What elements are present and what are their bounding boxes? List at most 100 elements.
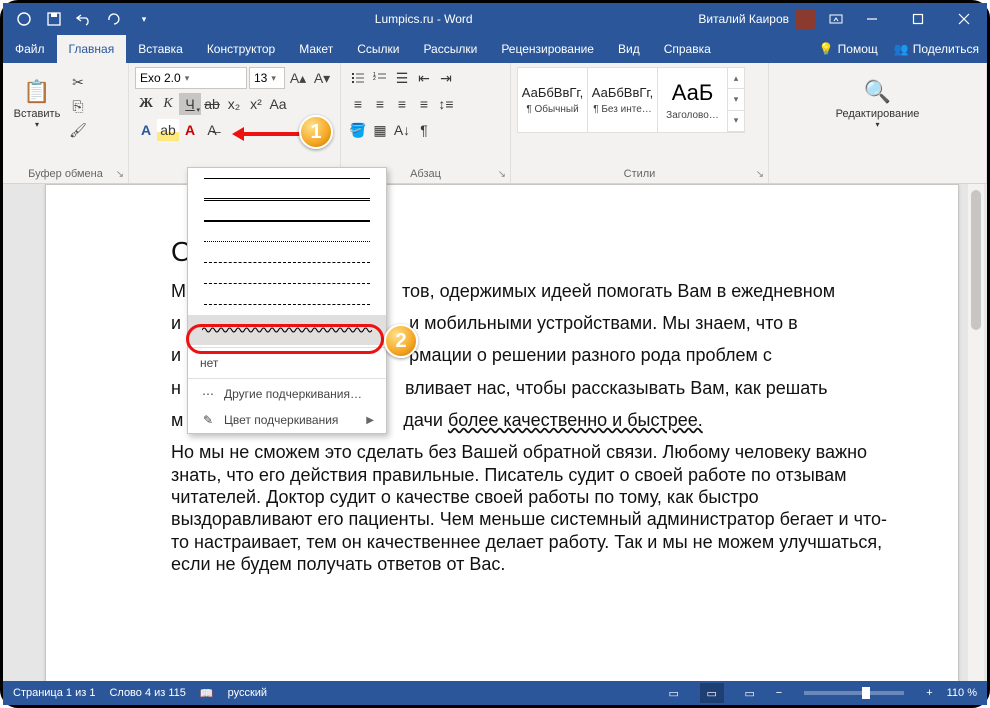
underline-style-thick[interactable] — [188, 210, 386, 231]
status-page[interactable]: Страница 1 из 1 — [13, 687, 95, 699]
group-editing: 🔍 Редактирование ▾ — [769, 63, 987, 183]
maximize-button[interactable] — [895, 3, 941, 35]
underline-style-single[interactable] — [188, 168, 386, 189]
underline-style-dot-dot-dash[interactable] — [188, 294, 386, 315]
tell-me-search[interactable]: 💡 Помощ — [811, 35, 886, 63]
superscript-button[interactable]: x² — [245, 93, 267, 115]
view-web-layout-icon[interactable]: ▭ — [738, 683, 762, 703]
highlight-button[interactable]: ab — [157, 119, 179, 141]
underline-button[interactable]: Ч▾ — [179, 93, 201, 115]
underline-more[interactable]: ⋯Другие подчеркивания… — [188, 381, 386, 407]
styles-gallery[interactable]: АаБбВвГг,¶ Обычный АаБбВвГг,¶ Без инте… … — [517, 67, 745, 133]
cut-icon[interactable]: ✂ — [67, 71, 89, 93]
launcher-icon[interactable]: ↘ — [756, 169, 764, 180]
align-left-button[interactable]: ≡ — [347, 93, 369, 115]
grow-font-icon[interactable]: A▴ — [287, 67, 309, 89]
bold-button[interactable]: Ж — [135, 93, 157, 115]
underline-style-wavy[interactable] — [188, 315, 386, 345]
qat-customize-icon[interactable]: ▾ — [131, 6, 157, 32]
shading-button[interactable]: 🪣 — [347, 119, 369, 141]
tab-home[interactable]: Главная — [57, 35, 127, 63]
tab-file[interactable]: Файл — [3, 35, 57, 63]
tab-design[interactable]: Конструктор — [195, 35, 287, 63]
ribbon-display-options-icon[interactable] — [823, 6, 849, 32]
tab-help[interactable]: Справка — [652, 35, 723, 63]
tab-layout[interactable]: Макет — [287, 35, 345, 63]
subscript-button[interactable]: x₂ — [223, 93, 245, 115]
zoom-out-button[interactable]: − — [776, 687, 782, 699]
sort-button[interactable]: A↓ — [391, 119, 413, 141]
font-size-combo[interactable]: 13▾ — [249, 67, 285, 89]
shrink-font-icon[interactable]: A▾ — [311, 67, 333, 89]
multilevel-list-button[interactable]: ☰ — [391, 67, 413, 89]
zoom-level[interactable]: 110 % — [947, 687, 977, 699]
line-spacing-button[interactable]: ↕≡ — [435, 93, 457, 115]
view-print-layout-icon[interactable]: ▭ — [700, 683, 724, 703]
document-page[interactable]: О Мтов, одержимых идеей помогать Вам в е… — [45, 184, 959, 681]
pen-icon: ✎ — [200, 413, 216, 427]
borders-button[interactable]: ▦ — [369, 119, 391, 141]
underline-dropdown: нет ⋯Другие подчеркивания… ✎Цвет подчерк… — [187, 167, 387, 434]
strikethrough-button[interactable]: ab — [201, 93, 223, 115]
vertical-scrollbar[interactable] — [968, 184, 984, 681]
font-name-combo[interactable]: Exo 2.0▾ — [135, 67, 247, 89]
justify-button[interactable]: ≡ — [413, 93, 435, 115]
zoom-in-button[interactable]: + — [926, 687, 932, 699]
italic-button[interactable]: К — [157, 93, 179, 115]
title-bar: ▾ Lumpics.ru - Word Виталий Каиров — [3, 3, 987, 35]
show-marks-button[interactable]: ¶ — [413, 119, 435, 141]
tab-view[interactable]: Вид — [606, 35, 652, 63]
underline-none[interactable]: нет — [188, 350, 386, 376]
status-spellcheck-icon[interactable]: 📖 — [200, 687, 214, 700]
style-normal[interactable]: АаБбВвГг,¶ Обычный — [518, 68, 588, 132]
callout-2: 2 — [384, 324, 418, 358]
svg-text:2: 2 — [373, 76, 376, 82]
tab-review[interactable]: Рецензирование — [489, 35, 606, 63]
align-center-button[interactable]: ≡ — [369, 93, 391, 115]
document-title: Lumpics.ru - Word — [157, 12, 690, 26]
underline-color[interactable]: ✎Цвет подчеркивания▶ — [188, 407, 386, 433]
tab-mailings[interactable]: Рассылки — [411, 35, 489, 63]
format-painter-icon[interactable]: 🖌 — [67, 119, 89, 141]
underline-style-dot-dash[interactable] — [188, 273, 386, 294]
close-button[interactable] — [941, 3, 987, 35]
numbering-button[interactable]: 12 — [369, 67, 391, 89]
underline-style-dashed[interactable] — [188, 252, 386, 273]
redo-icon[interactable] — [101, 6, 127, 32]
underline-style-dotted[interactable] — [188, 231, 386, 252]
launcher-icon[interactable]: ↘ — [116, 169, 124, 180]
minimize-button[interactable] — [849, 3, 895, 35]
editing-button[interactable]: 🔍 Редактирование ▾ — [850, 67, 906, 137]
view-read-mode-icon[interactable]: ▭ — [662, 683, 686, 703]
underline-style-double[interactable] — [188, 189, 386, 210]
launcher-icon[interactable]: ↘ — [498, 169, 506, 180]
save-icon[interactable] — [41, 6, 67, 32]
clear-formatting-button[interactable]: A̶ — [201, 119, 223, 141]
status-word-count[interactable]: Слово 4 из 115 — [109, 687, 185, 699]
user-account[interactable]: Виталий Каиров — [690, 9, 823, 29]
copy-icon[interactable]: ⎘ — [67, 95, 89, 117]
style-heading1[interactable]: АаБЗаголово… — [658, 68, 728, 132]
annotation-arrow-1 — [225, 127, 301, 141]
paste-button[interactable]: 📋 Вставить ▾ — [9, 67, 65, 137]
share-button[interactable]: 👥 Поделиться — [886, 35, 987, 63]
status-language[interactable]: русский — [228, 687, 267, 699]
bullets-button[interactable] — [347, 67, 369, 89]
zoom-slider-thumb[interactable] — [862, 687, 870, 699]
text-effects-button[interactable]: A — [135, 119, 157, 141]
zoom-slider[interactable] — [804, 691, 904, 695]
ribbon: 📋 Вставить ▾ ✂ ⎘ 🖌 Буфер обмена↘ Exo 2.0… — [3, 63, 987, 184]
style-no-spacing[interactable]: АаБбВвГг,¶ Без инте… — [588, 68, 658, 132]
tab-references[interactable]: Ссылки — [345, 35, 411, 63]
align-right-button[interactable]: ≡ — [391, 93, 413, 115]
font-color-button[interactable]: A — [179, 119, 201, 141]
styles-more[interactable]: ▴▾▾ — [728, 68, 744, 132]
change-case-button[interactable]: Aa — [267, 93, 289, 115]
autosave-toggle[interactable] — [11, 6, 37, 32]
quick-access-toolbar: ▾ — [3, 6, 157, 32]
increase-indent-button[interactable]: ⇥ — [435, 67, 457, 89]
decrease-indent-button[interactable]: ⇤ — [413, 67, 435, 89]
scrollbar-thumb[interactable] — [971, 190, 981, 330]
tab-insert[interactable]: Вставка — [126, 35, 195, 63]
undo-icon[interactable] — [71, 6, 97, 32]
